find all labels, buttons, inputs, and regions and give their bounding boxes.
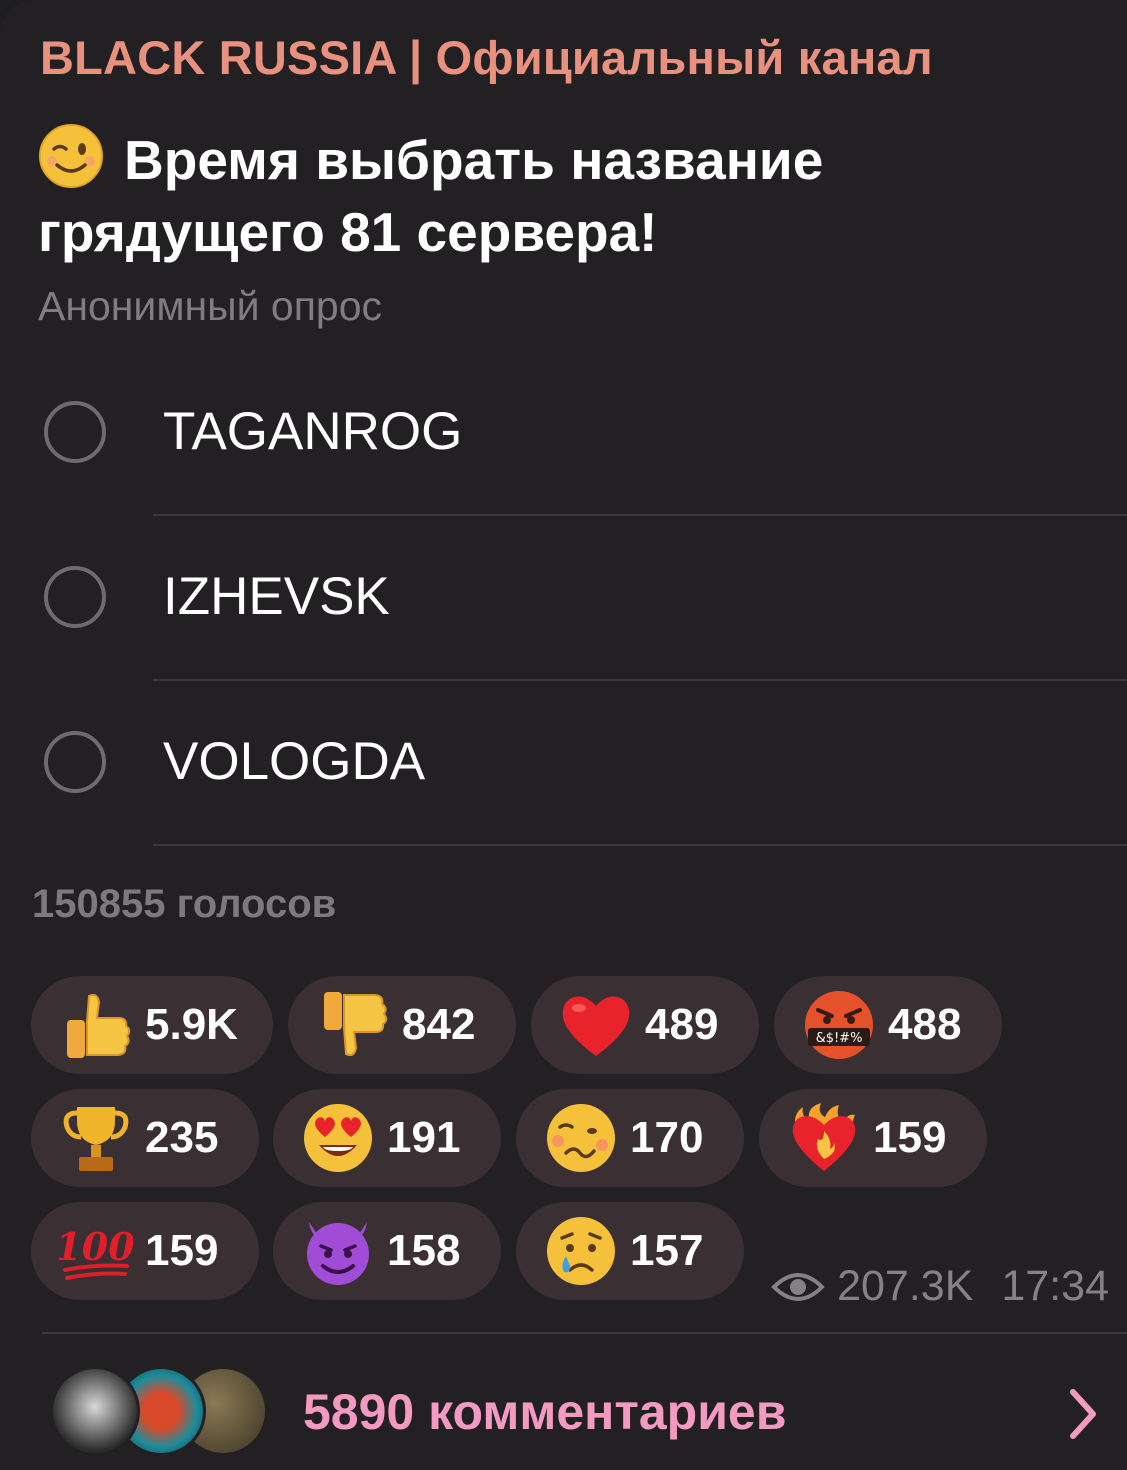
message-bubble: BLACK RUSSIA | Официальный канал Время в…	[0, 0, 1127, 1470]
svg-text:100: 100	[59, 1224, 133, 1269]
reaction-count: 158	[387, 1226, 461, 1275]
radio-button[interactable]	[44, 401, 106, 463]
reaction-heart[interactable]: 489	[531, 976, 759, 1074]
heart-eyes-face-icon	[304, 1104, 372, 1172]
thumbs-down-icon	[324, 992, 388, 1057]
comments-link[interactable]: 5890 комментариев	[303, 1383, 786, 1441]
channel-name[interactable]: BLACK RUSSIA | Официальный канал	[40, 30, 933, 85]
divider	[153, 844, 1127, 846]
woozy-face-icon	[547, 1104, 615, 1172]
poll-option-label: VOLOGDA	[163, 732, 426, 791]
chevron-right-icon[interactable]	[1067, 1388, 1099, 1440]
message-meta: 207.3K 17:34	[771, 1262, 1109, 1311]
reaction-count: 842	[402, 1000, 476, 1049]
reaction-angry-symbols[interactable]: &$!#% 488	[774, 976, 1002, 1074]
reaction-count: 159	[145, 1226, 219, 1275]
votes-count: 150855 голосов	[32, 882, 337, 926]
poll-option-izhevsk[interactable]: IZHEVSK	[0, 566, 1127, 731]
trophy-icon	[63, 1107, 129, 1171]
poll-type-label: Анонимный опрос	[38, 283, 383, 329]
commenter-avatars	[48, 1366, 270, 1458]
reaction-hundred[interactable]: 100 159	[31, 1202, 259, 1300]
svg-text:&$!#%: &$!#%	[816, 1031, 863, 1046]
reaction-count: 489	[645, 1000, 719, 1049]
reaction-heart-eyes[interactable]: 191	[273, 1089, 501, 1187]
reaction-crying[interactable]: 157	[516, 1202, 744, 1300]
reaction-heart-on-fire[interactable]: 159	[759, 1089, 987, 1187]
poll-option-label: TAGANROG	[163, 402, 463, 461]
reaction-count: 159	[873, 1113, 947, 1162]
reaction-count: 235	[145, 1113, 219, 1162]
smiling-devil-icon	[307, 1222, 369, 1285]
reaction-count: 157	[630, 1226, 704, 1275]
reaction-count: 170	[630, 1113, 704, 1162]
poll-option-vologda[interactable]: VOLOGDA	[0, 731, 1127, 896]
angry-face-with-symbols-icon: &$!#%	[805, 991, 873, 1059]
views-count: 207.3K	[837, 1262, 974, 1310]
winking-face-icon	[39, 124, 103, 188]
divider	[153, 514, 1127, 516]
red-heart-icon	[562, 996, 630, 1056]
reaction-trophy[interactable]: 235	[31, 1089, 259, 1187]
crying-face-icon	[547, 1217, 615, 1285]
radio-button[interactable]	[44, 566, 106, 628]
poll-option-label: IZHEVSK	[163, 567, 390, 626]
reaction-count: 191	[387, 1113, 461, 1162]
poll-question: Время выбрать название грядущего 81 серв…	[38, 123, 1088, 268]
avatar	[50, 1366, 140, 1456]
thumbs-up-icon	[67, 993, 131, 1058]
eye-icon	[771, 1272, 825, 1301]
poll-option-taganrog[interactable]: TAGANROG	[0, 401, 1127, 566]
reaction-count: 5.9K	[145, 1000, 238, 1049]
reaction-woozy[interactable]: 170	[516, 1089, 744, 1187]
divider	[42, 1332, 1127, 1334]
message-time: 17:34	[1001, 1262, 1109, 1310]
radio-button[interactable]	[44, 731, 106, 793]
hundred-points-icon: 100	[59, 1224, 133, 1280]
poll-question-text: Время выбрать название грядущего 81 серв…	[38, 129, 824, 263]
reaction-count: 488	[888, 1000, 962, 1049]
reaction-thumbs-up[interactable]: 5.9K	[31, 976, 273, 1074]
divider	[153, 679, 1127, 681]
reaction-devil[interactable]: 158	[273, 1202, 501, 1300]
heart-on-fire-icon	[792, 1103, 856, 1171]
reaction-thumbs-down[interactable]: 842	[288, 976, 516, 1074]
